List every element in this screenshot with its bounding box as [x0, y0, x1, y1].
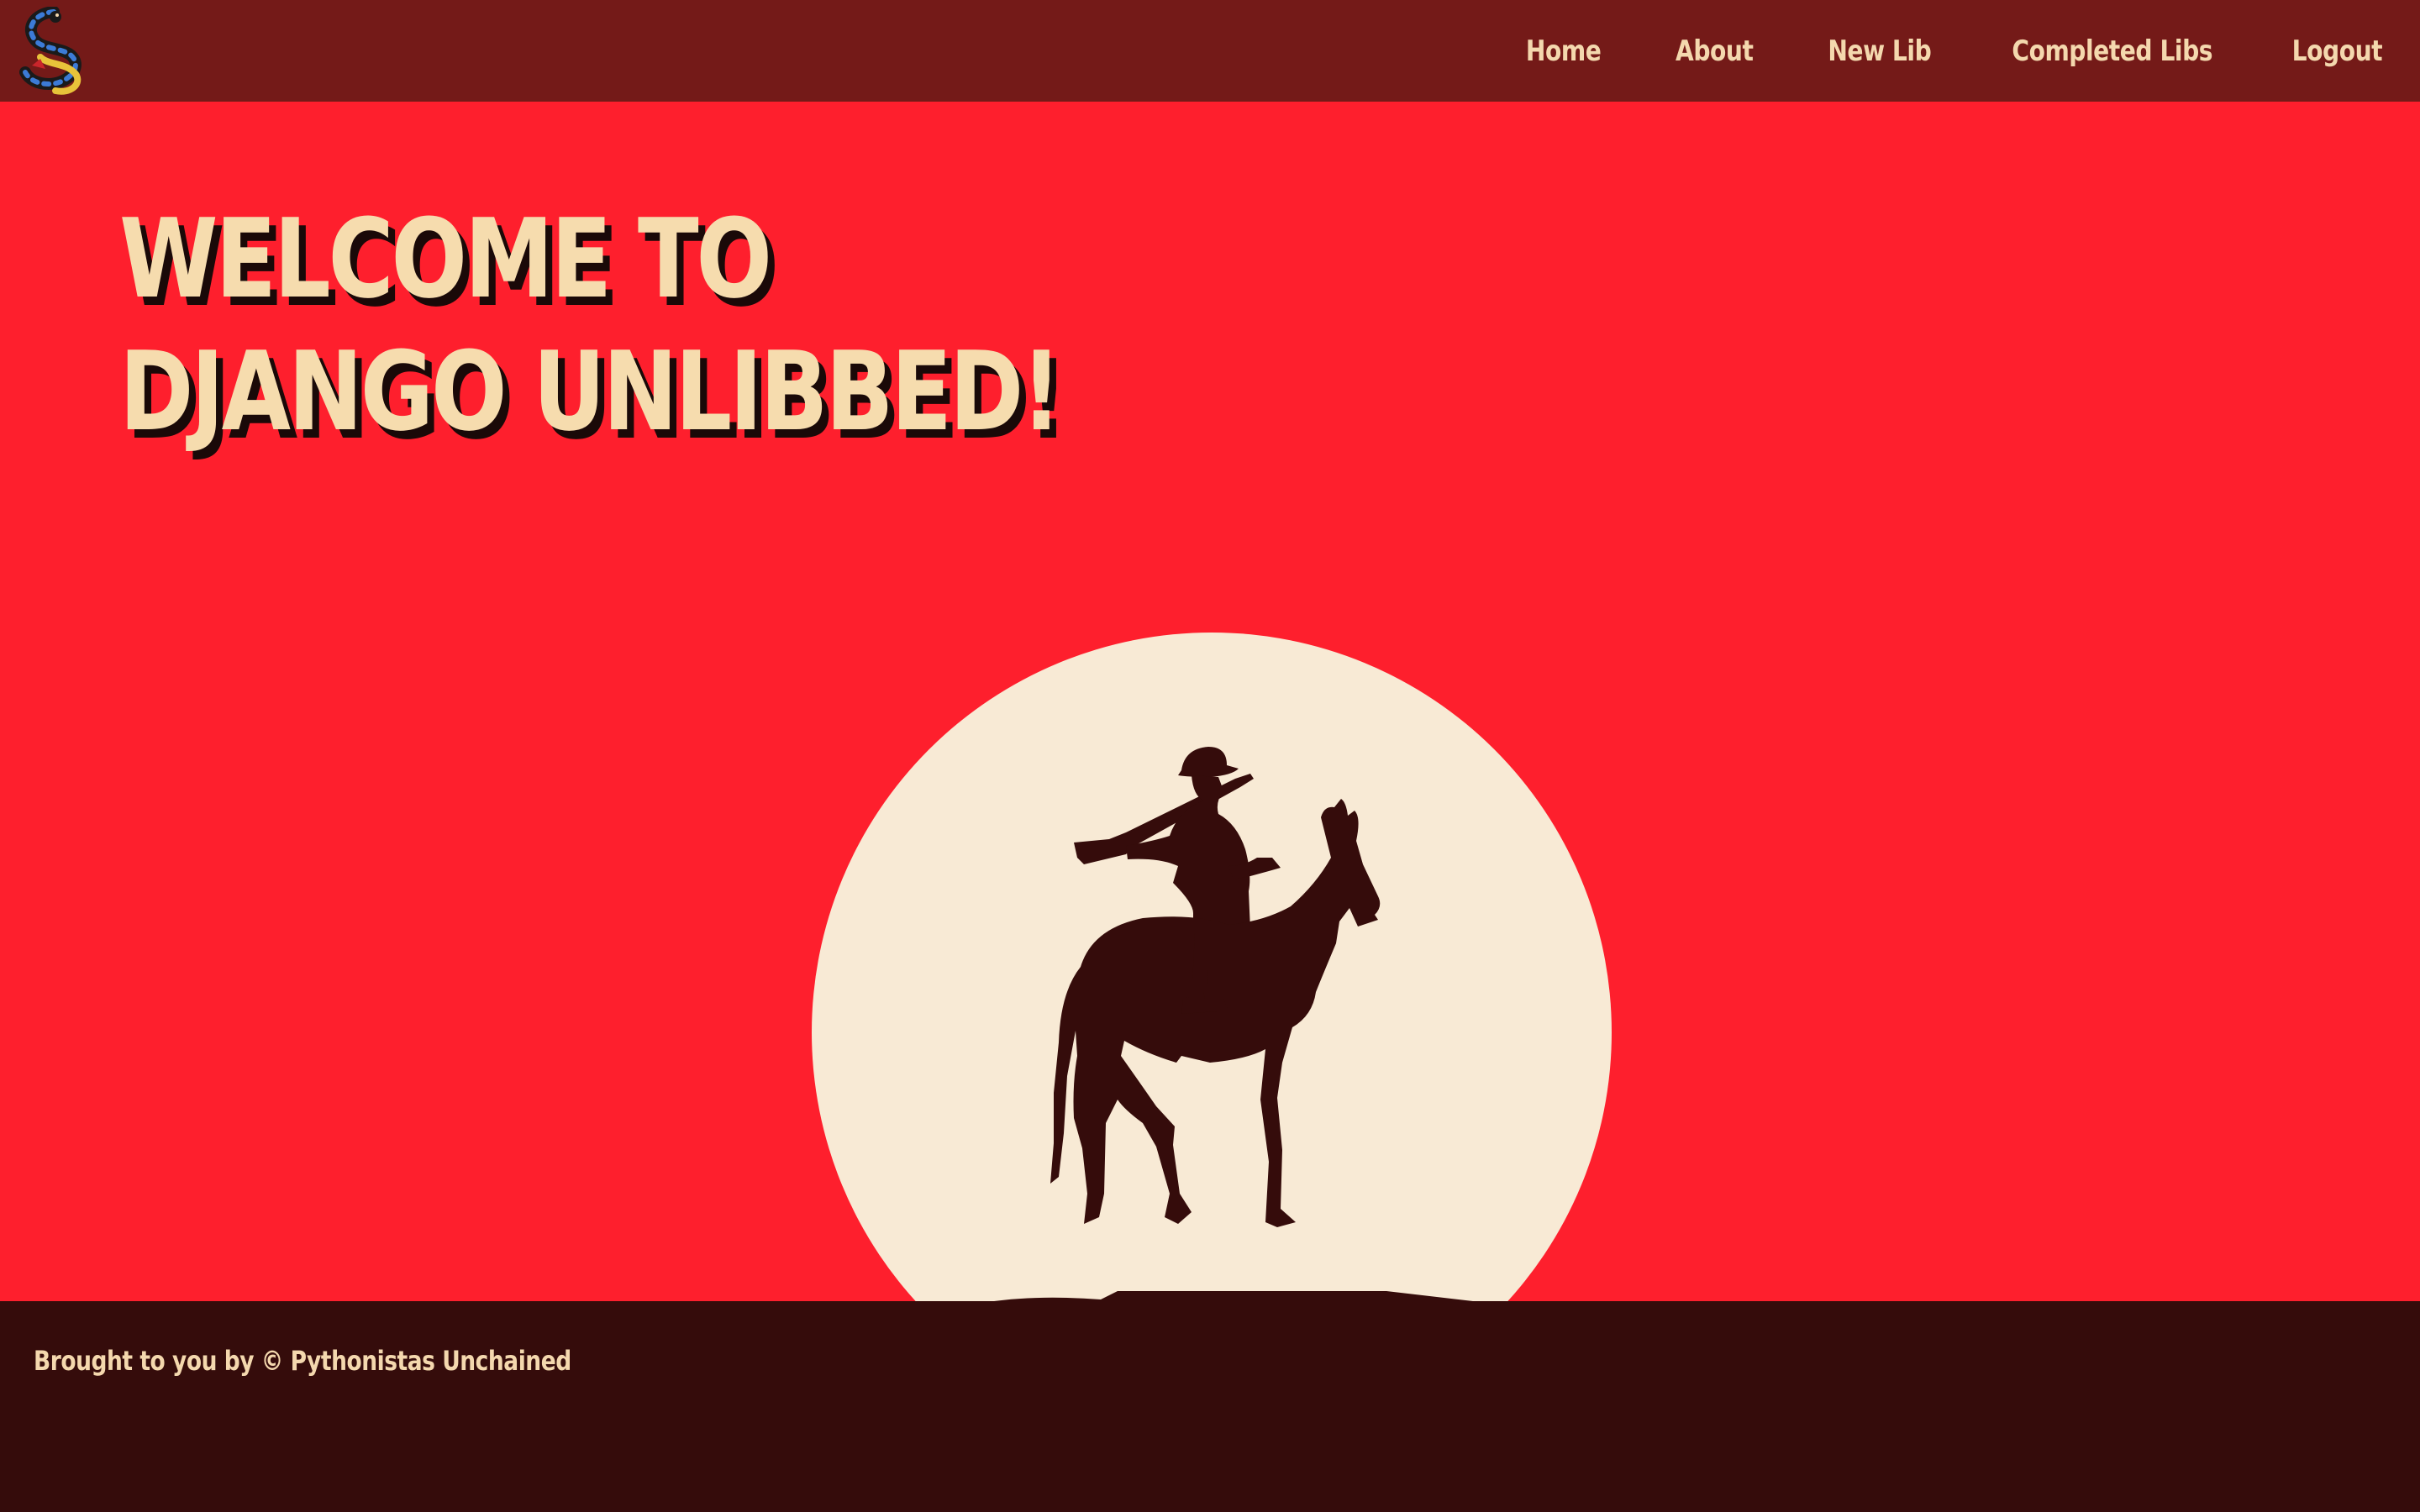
footer: Brought to you by © Pythonistas Unchaine…: [0, 1301, 2420, 1512]
footer-credit: Brought to you by © Pythonistas Unchaine…: [34, 1345, 571, 1377]
hero-section: WELCOME TO DJANGO UNLIBBED!: [0, 102, 2420, 1302]
nav-links: Home About New Lib Completed Libs Logout: [1523, 0, 2386, 102]
hero-title: WELCOME TO DJANGO UNLIBBED!: [119, 192, 1062, 458]
cowboy-on-horse-silhouette-icon: [988, 747, 1481, 1302]
hero-title-line-1: WELCOME TO: [119, 195, 772, 323]
nav-link-about[interactable]: About: [1676, 34, 1754, 68]
navbar: Home About New Lib Completed Libs Logout: [0, 0, 2420, 102]
hero-title-line-2: DJANGO UNLIBBED!: [119, 328, 1062, 455]
python-snake-logo-icon[interactable]: [15, 6, 92, 97]
nav-link-home[interactable]: Home: [1526, 34, 1602, 68]
nav-link-logout[interactable]: Logout: [2292, 34, 2383, 68]
nav-link-completed-libs[interactable]: Completed Libs: [2012, 34, 2212, 68]
nav-link-new-lib[interactable]: New Lib: [1828, 34, 1931, 68]
